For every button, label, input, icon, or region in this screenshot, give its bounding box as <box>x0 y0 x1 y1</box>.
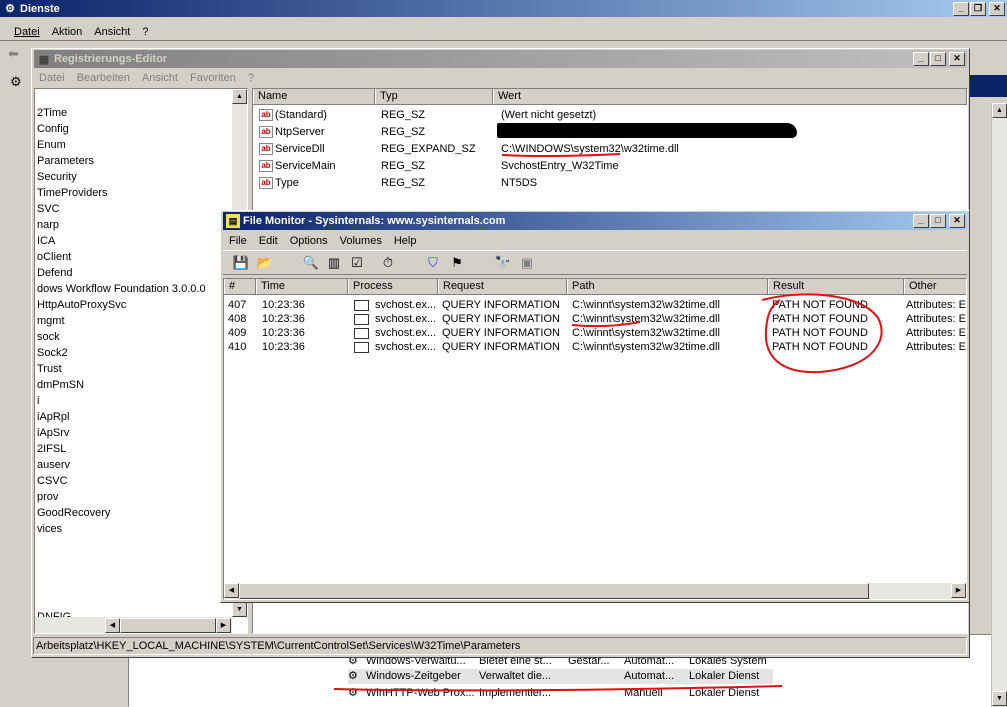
underline-system32-registry <box>501 153 621 158</box>
underline-windows-zeitgeber <box>333 685 783 692</box>
red-annotations <box>333 153 883 692</box>
circle-path-not-found <box>761 293 883 374</box>
underline-winnt-system32 <box>571 321 641 327</box>
